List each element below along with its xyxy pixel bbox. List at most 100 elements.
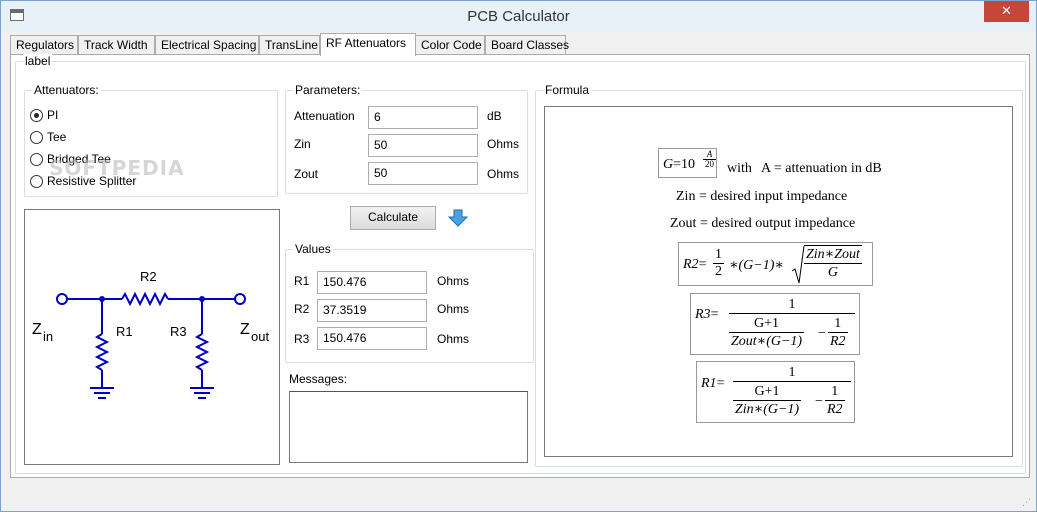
r1-right-num: 1 <box>825 383 845 401</box>
radio-dot <box>30 175 43 188</box>
r1-value-label: R1 <box>294 274 310 288</box>
r3-right-den: R2 <box>830 334 846 349</box>
schematic-box: R2 R1 R3 Z in Z out <box>24 209 280 465</box>
resize-grip-icon[interactable]: ⋰ <box>1022 497 1032 507</box>
r3-inner-frac: G+1 Zout∗(G−1) <box>729 315 805 350</box>
zout-description: Zout = desired output impedance <box>670 216 856 231</box>
r2-formula-box: R2= 1 2 ∗(G−1)∗ Zin∗Zout G <box>678 242 873 286</box>
r3-main-den: G+1 Zout∗(G−1) − 1 R2 <box>729 314 855 354</box>
zin-label: Z <box>32 321 42 338</box>
down-arrow-icon[interactable] <box>448 208 468 228</box>
title-bar[interactable]: PCB Calculator ✕ <box>1 1 1036 32</box>
zin-subscript: in <box>43 329 53 344</box>
panel-label: label <box>23 54 53 68</box>
r1-minus: − <box>815 394 823 409</box>
tab-board-classes[interactable]: Board Classes <box>485 35 569 55</box>
r3-unit: Ohms <box>437 332 470 346</box>
calculate-button[interactable]: Calculate <box>350 206 436 230</box>
r3-value-label: R3 <box>294 332 310 346</box>
formula-label: Formula <box>543 83 592 97</box>
zout-label: Z <box>240 321 250 338</box>
attenuation-unit: dB <box>487 109 502 123</box>
zin-input[interactable]: 50 <box>368 134 478 157</box>
r1-formula-box: R1= 1 G+1 Zin∗(G−1) − 1 R2 <box>696 361 855 423</box>
r2-unit: Ohms <box>437 302 470 316</box>
r3-right-frac: 1 R2 <box>828 315 848 350</box>
r1-unit: Ohms <box>437 274 470 288</box>
r3-formula-box: R3= 1 G+1 Zout∗(G−1) − 1 R2 <box>690 293 860 355</box>
radio-dot <box>30 131 43 144</box>
r1-main-num: 1 <box>733 364 851 382</box>
g-exp-den: 20 <box>705 159 714 169</box>
radio-dot <box>30 153 43 166</box>
tab-track-width[interactable]: Track Width <box>78 35 155 55</box>
r1-main-den: G+1 Zin∗(G−1) − 1 R2 <box>733 382 851 422</box>
r2-mid: ∗(G−1)∗ <box>729 258 784 273</box>
attenuators-label: Attenuators: <box>32 83 101 97</box>
r3-minus: − <box>818 326 826 341</box>
r2-half-num: 1 <box>713 247 724 264</box>
r2-half-den: 2 <box>715 264 722 279</box>
r3-inner-num: G+1 <box>729 315 805 333</box>
tab-transline[interactable]: TransLine <box>259 35 320 55</box>
r1-output[interactable]: 150.476 <box>317 271 427 294</box>
r3-formula-lhs: R3 <box>695 307 711 322</box>
zin-unit: Ohms <box>487 137 520 151</box>
r2-sqrt-frac: Zin∗Zout G <box>804 245 862 281</box>
r3-right-num: 1 <box>828 315 848 333</box>
close-button[interactable]: ✕ <box>984 1 1029 22</box>
messages-label: Messages: <box>289 372 348 386</box>
rf-attenuators-panel: label Attenuators: PI Tee Bridged Tee Re… <box>10 54 1030 478</box>
r2-output[interactable]: 37.3519 <box>317 299 427 322</box>
values-label: Values <box>293 242 333 256</box>
window-title: PCB Calculator <box>467 8 570 25</box>
pi-attenuator-schematic: R2 R1 R3 Z in Z out <box>32 269 269 399</box>
parameters-label: Parameters: <box>293 83 363 97</box>
radio-dot-selected <box>30 109 43 122</box>
tab-rf-attenuators[interactable]: RF Attenuators <box>320 33 416 56</box>
r1-formula-lhs: R1 <box>701 376 717 391</box>
r3-label: R3 <box>170 324 187 339</box>
g-description: A = attenuation in dB <box>761 161 882 176</box>
app-window: PCB Calculator ✕ Regulators Track Width … <box>0 0 1037 512</box>
sqrt-symbol-icon <box>791 245 805 284</box>
zout-subscript: out <box>251 329 269 344</box>
radio-pi-label: PI <box>47 108 59 122</box>
g-formula-box: G=10 A 20 <box>658 148 717 178</box>
r1-right-den: R2 <box>827 402 843 417</box>
g-exponent: A 20 <box>703 150 716 169</box>
r1-label: R1 <box>116 324 133 339</box>
r3-main-num: 1 <box>729 296 855 314</box>
zout-param-label: Zout <box>294 167 319 181</box>
r2-formula-lhs: R2 <box>683 257 699 272</box>
r1-formula-eq: = <box>716 376 725 391</box>
zout-input[interactable]: 50 <box>368 162 478 185</box>
r1-inner-den: Zin∗(G−1) <box>735 402 800 417</box>
g-lhs: G <box>663 157 674 172</box>
tab-electrical-spacing[interactable]: Electrical Spacing <box>155 35 259 55</box>
status-bar: ⋰ <box>1 482 1036 511</box>
softpedia-watermark: SOFTPEDIA <box>49 156 185 180</box>
r1-inner-frac: G+1 Zin∗(G−1) <box>733 383 802 418</box>
r2-half: 1 2 <box>713 247 724 280</box>
g-with: with <box>727 161 752 176</box>
formula-display: G=10 A 20 with A = attenuation in dB Zin… <box>544 106 1013 457</box>
r1-inner-num: G+1 <box>733 383 802 401</box>
r1-right-frac: 1 R2 <box>825 383 845 418</box>
attenuation-label: Attenuation <box>294 109 355 123</box>
attenuation-input[interactable]: 6 <box>368 106 478 129</box>
g-equals-ten: =10 <box>673 157 696 172</box>
r2-value-label: R2 <box>294 302 310 316</box>
messages-box[interactable] <box>289 391 528 463</box>
tab-color-code[interactable]: Color Code <box>415 35 485 55</box>
r3-inner-den: Zout∗(G−1) <box>731 334 803 349</box>
r3-main-frac: 1 G+1 Zout∗(G−1) − 1 R2 <box>729 296 855 354</box>
attenuators-group: Attenuators: PI Tee Bridged Tee Resistiv… <box>24 83 278 197</box>
tab-regulators[interactable]: Regulators <box>10 35 78 55</box>
r2-sqrt-num: Zin∗Zout <box>804 247 862 264</box>
r3-output[interactable]: 150.476 <box>317 327 427 350</box>
zin-description: Zin = desired input impedance <box>676 189 848 204</box>
r2-label: R2 <box>140 269 157 284</box>
r1-main-frac: 1 G+1 Zin∗(G−1) − 1 R2 <box>733 364 851 422</box>
r2-sqrt-den: G <box>827 265 838 280</box>
